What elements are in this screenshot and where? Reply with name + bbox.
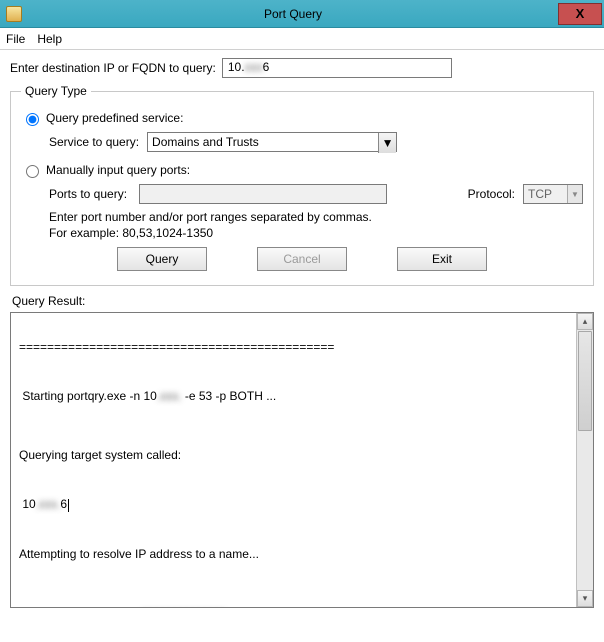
window-title: Port Query (28, 7, 558, 21)
ports-help: Enter port number and/or port ranges sep… (49, 210, 583, 241)
text-caret (68, 499, 69, 512)
radio-predefined-label: Query predefined service: (46, 111, 183, 125)
ports-input[interactable] (139, 184, 387, 204)
radio-manual-label: Manually input query ports: (46, 163, 190, 177)
protocol-label: Protocol: (468, 187, 515, 201)
menubar: File Help (0, 28, 604, 50)
result-text[interactable]: ========================================… (11, 313, 576, 607)
radio-predefined[interactable] (26, 113, 39, 126)
result-label: Query Result: (12, 294, 594, 308)
scroll-thumb[interactable] (578, 331, 592, 431)
cancel-button[interactable]: Cancel (257, 247, 347, 271)
result-box: ========================================… (10, 312, 594, 608)
scroll-up-icon[interactable]: ▴ (577, 313, 593, 330)
destination-label: Enter destination IP or FQDN to query: (10, 61, 216, 75)
chevron-down-icon: ▼ (567, 185, 582, 203)
ports-label: Ports to query: (49, 187, 131, 201)
scrollbar[interactable]: ▴ ▾ (576, 313, 593, 607)
app-icon (6, 6, 22, 22)
destination-input[interactable] (222, 58, 452, 78)
menu-help[interactable]: Help (37, 32, 62, 46)
service-select[interactable] (147, 132, 397, 152)
scroll-down-icon[interactable]: ▾ (577, 590, 593, 607)
close-button[interactable]: X (558, 3, 602, 25)
titlebar: Port Query X (0, 0, 604, 28)
exit-button[interactable]: Exit (397, 247, 487, 271)
radio-manual[interactable] (26, 165, 39, 178)
query-type-group: Query Type Query predefined service: Ser… (10, 84, 594, 286)
query-button[interactable]: Query (117, 247, 207, 271)
query-type-legend: Query Type (21, 84, 91, 98)
menu-file[interactable]: File (6, 32, 25, 46)
service-label: Service to query: (49, 135, 139, 149)
